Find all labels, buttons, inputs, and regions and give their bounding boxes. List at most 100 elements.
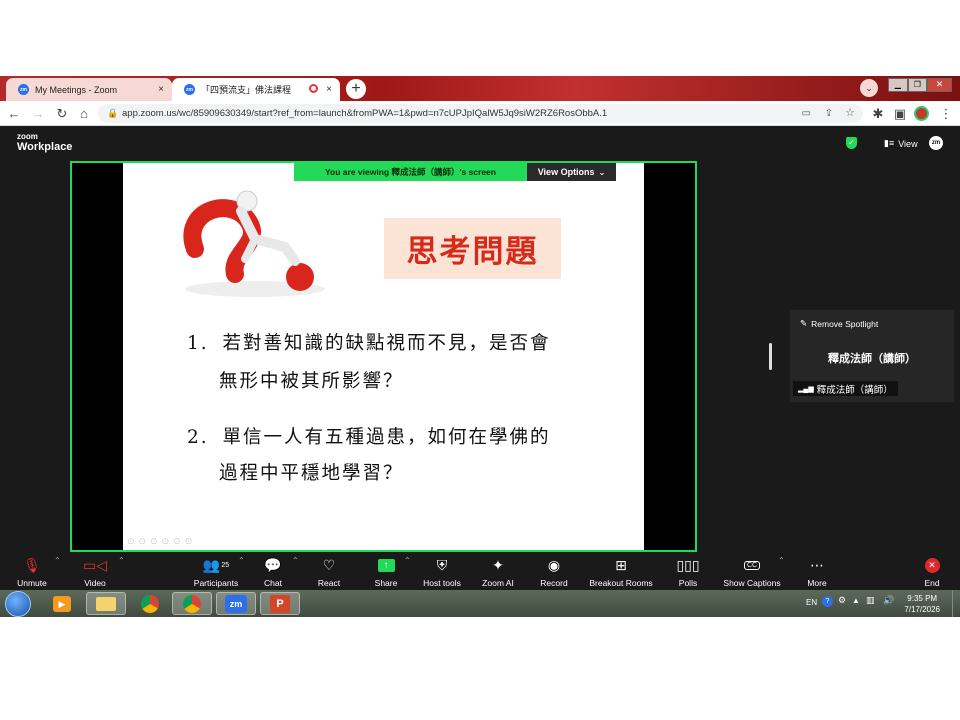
media-player-app[interactable]: ▶ xyxy=(42,592,82,615)
participant-panel: ✎ Remove Spotlight 釋成法師（講師） ▂▄▆ 釋成法師（講師） xyxy=(790,310,954,402)
share-label: Share xyxy=(374,578,398,588)
unmute-label: Unmute xyxy=(17,578,47,588)
view-grid-icon: ▮≡ xyxy=(884,138,895,148)
question-1-line-2: 無形中被其所影響？ xyxy=(219,371,404,392)
question-2-text: 單信一人有五種過患，如何在學佛的 xyxy=(222,427,551,448)
signal-bars-icon: ▂▄▆ xyxy=(798,385,814,393)
polls-button[interactable]: ▯▯▯ Polls xyxy=(674,552,702,590)
host-tools-label: Host tools xyxy=(423,578,461,588)
extensions-icon[interactable]: ✱ xyxy=(870,106,886,122)
language-indicator[interactable]: EN xyxy=(806,598,817,607)
tray-settings-icon[interactable]: ⚙ xyxy=(838,595,846,606)
record-label: Record xyxy=(540,578,568,588)
close-tab-icon[interactable]: × xyxy=(326,84,332,95)
pin-icon: ✎ xyxy=(800,318,808,328)
powerpoint-app[interactable]: P xyxy=(260,592,300,615)
home-icon[interactable]: ⌂ xyxy=(76,106,92,121)
system-clock[interactable]: 9:35 PM 7/17/2026 xyxy=(904,593,940,615)
polls-chart-icon: ▯▯▯ xyxy=(676,556,700,573)
close-window-icon[interactable]: ✕ xyxy=(927,78,952,92)
cast-icon[interactable]: ▭ xyxy=(802,104,811,123)
chat-button[interactable]: 💬 Chat xyxy=(258,552,288,590)
zoom-workplace-logo: zoom Workplace xyxy=(17,132,73,153)
tab-search-icon[interactable]: ⌄ xyxy=(860,79,878,97)
profile-avatar[interactable] xyxy=(914,106,929,121)
bookmark-star-icon[interactable]: ☆ xyxy=(845,104,855,123)
captions-options-chevron-icon[interactable]: ⌃ xyxy=(778,556,785,565)
browser-menu-icon[interactable]: ⋮ xyxy=(938,106,954,122)
unmute-button[interactable]: 🎙 Unmute xyxy=(12,552,52,590)
minimize-icon[interactable]: ▁ xyxy=(888,78,908,92)
show-desktop-button[interactable] xyxy=(952,590,960,617)
chrome-profile-app[interactable] xyxy=(172,592,212,615)
participants-button[interactable]: 👥 25 Participants xyxy=(192,552,240,590)
windows-taskbar: ▶ zm P EN ? ⚙ ▲ ▥ 🔊 9:35 PM 7/17/2026 xyxy=(0,590,960,617)
file-explorer-app[interactable] xyxy=(86,592,126,615)
encryption-shield-icon[interactable]: ✓ xyxy=(846,137,857,149)
react-button[interactable]: ♡ React xyxy=(314,552,344,590)
host-tools-button[interactable]: ⛨ Host tools xyxy=(420,552,464,590)
account-badge[interactable]: zm xyxy=(929,136,943,150)
share-button[interactable]: ↑ Share xyxy=(370,552,402,590)
share-options-chevron-icon[interactable]: ⌃ xyxy=(404,556,411,565)
viewing-text: You are viewing 釋成法師（講師）'s screen xyxy=(294,163,527,181)
back-icon[interactable]: ← xyxy=(6,106,22,121)
browser-tab-strip: zm My Meetings - Zoom × zm 「四預流支」佛法課程 × … xyxy=(0,76,960,101)
thinking-figure-icon xyxy=(183,190,325,297)
end-label: End xyxy=(924,578,940,588)
share-page-icon[interactable]: ⇪ xyxy=(825,104,833,123)
panel-resize-handle[interactable] xyxy=(769,343,772,370)
start-button[interactable] xyxy=(5,591,31,617)
end-close-icon: ✕ xyxy=(924,554,940,576)
volume-icon[interactable]: 🔊 xyxy=(883,595,894,606)
tray-expand-icon[interactable]: ▲ xyxy=(852,596,860,605)
chrome-icon xyxy=(183,594,201,613)
chat-options-chevron-icon[interactable]: ⌃ xyxy=(292,556,299,565)
unmute-options-chevron-icon[interactable]: ⌃ xyxy=(54,556,61,565)
tab-dharma-course[interactable]: zm 「四預流支」佛法課程 × xyxy=(172,78,340,101)
more-label: More xyxy=(807,578,827,588)
record-icon: ◉ xyxy=(547,556,561,573)
view-button[interactable]: ▮≡ View xyxy=(884,138,918,149)
view-options-label: View Options xyxy=(537,167,595,177)
video-button[interactable]: ▭◁ Video xyxy=(78,552,112,590)
restore-icon[interactable]: ❐ xyxy=(907,78,928,92)
help-icon[interactable]: ? xyxy=(822,596,833,607)
forward-icon[interactable]: → xyxy=(30,106,46,121)
polls-label: Polls xyxy=(678,578,698,588)
shared-screen: You are viewing 釋成法師（講師）'s screen View O… xyxy=(70,161,697,552)
tab-my-meetings[interactable]: zm My Meetings - Zoom × xyxy=(6,78,172,101)
clock-date: 7/17/2026 xyxy=(904,605,940,614)
presentation-slide: 思考問題 1. 若對善知識的缺點視而不見，是否會 無形中被其所影響？ 2. 單信… xyxy=(123,163,644,550)
side-panel-icon[interactable]: ▣ xyxy=(892,106,908,122)
viewing-banner: You are viewing 釋成法師（講師）'s screen View O… xyxy=(294,163,616,181)
meeting-main-area: You are viewing 釋成法師（講師）'s screen View O… xyxy=(0,160,960,552)
breakout-rooms-label: Breakout Rooms xyxy=(589,578,653,588)
close-tab-icon[interactable]: × xyxy=(158,84,164,95)
remove-spotlight-button[interactable]: ✎ Remove Spotlight xyxy=(800,318,878,329)
view-options-button[interactable]: View Options ⌄ xyxy=(527,163,616,181)
logo-bottom: Workplace xyxy=(17,141,73,153)
url-field[interactable]: 🔒 app.zoom.us/wc/85909630349/start?ref_f… xyxy=(98,104,863,123)
new-tab-button[interactable]: + xyxy=(346,79,366,99)
chrome-app[interactable] xyxy=(130,592,170,615)
participant-tag-label: 釋成法師（講師） xyxy=(816,384,893,396)
end-meeting-button[interactable]: ✕ End xyxy=(918,552,946,590)
browser-address-bar: ← → ↻ ⌂ 🔒 app.zoom.us/wc/85909630349/sta… xyxy=(0,101,960,126)
zoom-app[interactable]: zm xyxy=(216,592,256,615)
more-button[interactable]: ⋯ More xyxy=(802,552,832,590)
breakout-rooms-button[interactable]: ⊞ Breakout Rooms xyxy=(588,552,654,590)
video-options-chevron-icon[interactable]: ⌃ xyxy=(118,556,125,565)
chat-icon: 💬 xyxy=(264,556,282,573)
recording-dot-icon xyxy=(309,84,318,93)
captions-cc-icon: CC xyxy=(743,554,761,576)
show-captions-button[interactable]: CC Show Captions xyxy=(722,552,782,590)
reload-icon[interactable]: ↻ xyxy=(54,106,70,122)
network-icon[interactable]: ▥ xyxy=(866,595,875,606)
zoom-ai-button[interactable]: ✦ Zoom AI xyxy=(478,552,518,590)
slide-controls-icon[interactable]: ⊙⊙⊙⊙⊙⊙ xyxy=(127,536,196,547)
tab-label: My Meetings - Zoom xyxy=(35,84,118,95)
record-button[interactable]: ◉ Record xyxy=(536,552,572,590)
question-2-line-1: 2. 單信一人有五種過患，如何在學佛的 xyxy=(187,423,551,449)
participants-options-chevron-icon[interactable]: ⌃ xyxy=(238,556,245,565)
